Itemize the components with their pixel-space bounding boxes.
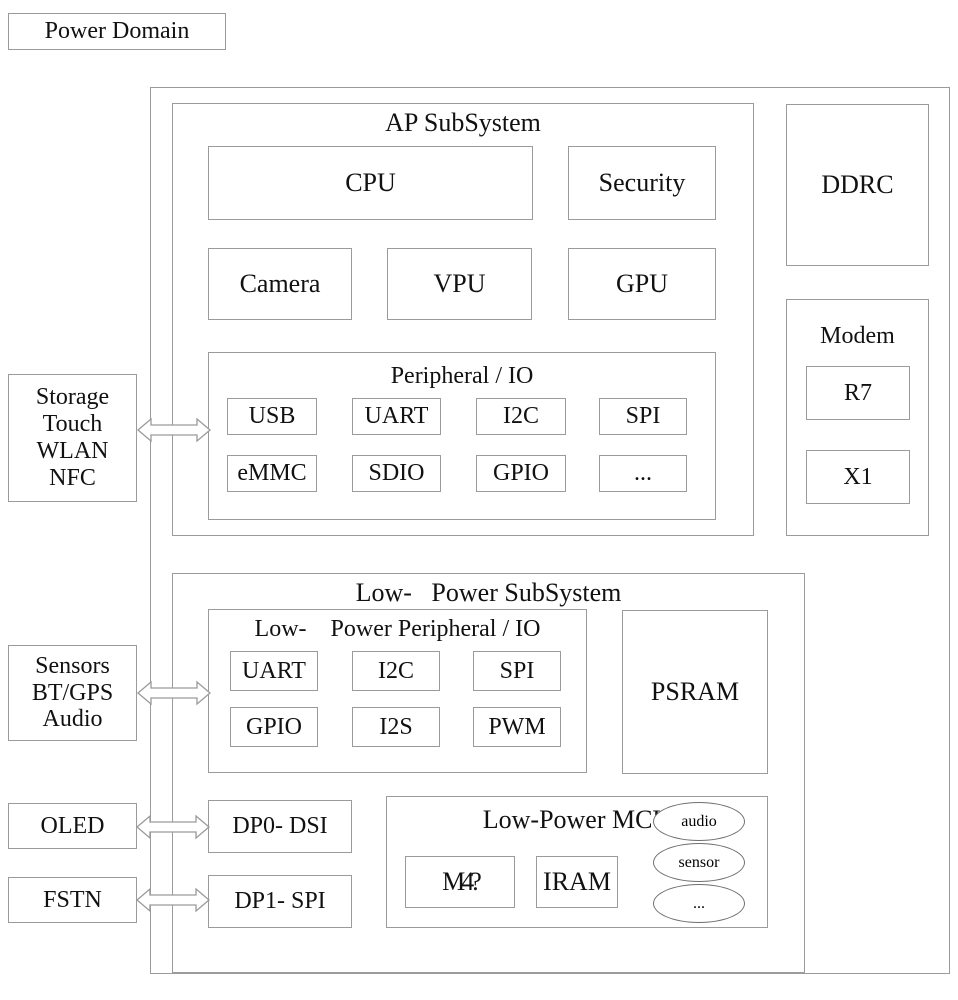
external-fstn-label: FSTN <box>43 886 102 913</box>
modem-r7-label: R7 <box>843 379 872 406</box>
ddrc-label: DDRC <box>821 170 894 200</box>
lp-spi-label: SPI <box>499 657 535 684</box>
peripheral-spi-label: SPI <box>625 403 661 430</box>
arrow-fstn-to-dp1 <box>135 884 211 916</box>
arrow-storage-to-peripheral <box>136 414 212 446</box>
mcu-bubble-audio: audio <box>653 802 745 841</box>
peripheral-more-label: ... <box>634 460 652 487</box>
peripheral-io-title: Peripheral / IO <box>390 362 534 389</box>
mcu-core-label: M4? <box>442 867 482 897</box>
arrow-sensors-to-lp-peripheral <box>136 677 212 709</box>
mcu-bubble-more-label: ... <box>693 894 705 912</box>
external-oled-label: OLED <box>40 812 105 839</box>
lp-uart-label: UART <box>242 657 306 684</box>
external-sensors-label: Sensors BT/GPS Audio <box>31 652 114 733</box>
lp-i2s-label: I2S <box>379 713 413 740</box>
diagram-canvas: Power Domain AP SubSystem CPU Security C… <box>0 0 958 1000</box>
dp0-dsi-label: DP0- DSI <box>232 813 328 840</box>
low-power-peripheral-io-title: Low- Power Peripheral / IO <box>254 615 541 642</box>
mcu-iram-label: IRAM <box>543 867 611 897</box>
lp-i2c-label: I2C <box>378 657 414 684</box>
external-storage-label: Storage Touch WLAN NFC <box>35 384 110 491</box>
ap-subsystem-title: AP SubSystem <box>385 108 541 138</box>
modem-title: Modem <box>820 322 895 349</box>
cpu-label: CPU <box>345 168 396 198</box>
security-label: Security <box>598 168 686 198</box>
low-power-subsystem-title: Low- Power SubSystem <box>355 578 622 608</box>
peripheral-sdio-label: SDIO <box>368 460 425 487</box>
modem-x1-label: X1 <box>843 463 873 490</box>
lp-pwm-label: PWM <box>488 713 546 740</box>
power-domain-legend-label: Power Domain <box>44 18 190 45</box>
peripheral-gpio-label: GPIO <box>492 460 549 487</box>
gpu-label: GPU <box>615 269 668 299</box>
arrow-oled-to-dp0 <box>135 811 211 843</box>
peripheral-uart-label: UART <box>364 403 429 430</box>
peripheral-emmc-label: eMMC <box>237 460 307 487</box>
camera-label: Camera <box>239 269 321 299</box>
psram-label: PSRAM <box>650 677 740 707</box>
lp-gpio-label: GPIO <box>245 713 302 740</box>
peripheral-i2c-label: I2C <box>503 403 539 430</box>
mcu-bubble-more: ... <box>653 884 745 923</box>
dp1-spi-label: DP1- SPI <box>234 888 326 915</box>
mcu-bubble-audio-label: audio <box>681 812 717 830</box>
mcu-bubble-sensor: sensor <box>653 843 745 882</box>
peripheral-usb-label: USB <box>248 403 296 430</box>
mcu-bubble-sensor-label: sensor <box>678 853 720 871</box>
vpu-label: VPU <box>433 269 486 299</box>
